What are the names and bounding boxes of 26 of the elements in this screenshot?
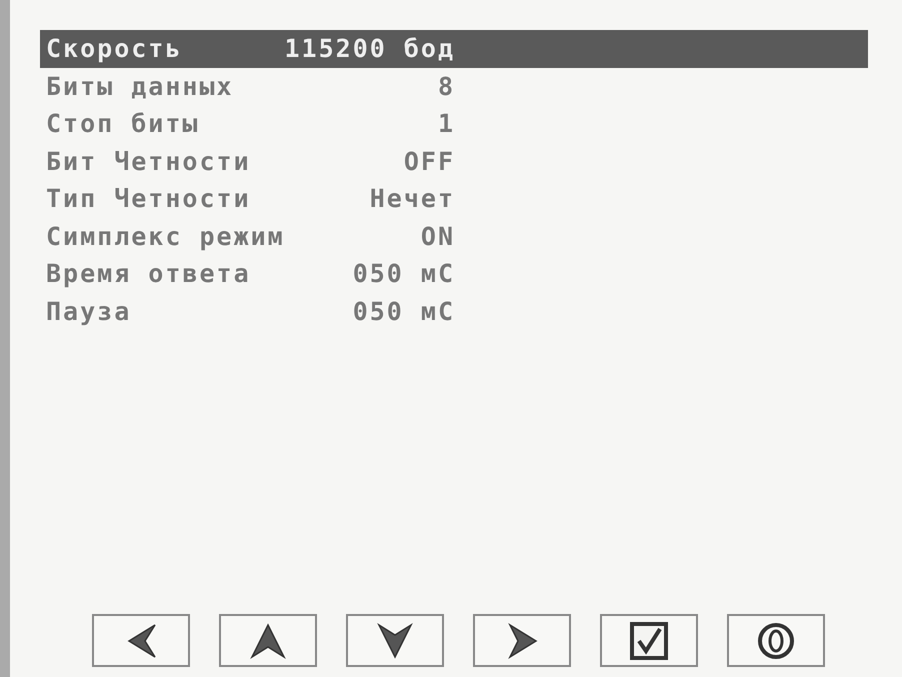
setting-value: Нечет [370, 184, 455, 214]
setting-value: 050 мС [352, 259, 455, 288]
setting-value: 050 мС [352, 296, 455, 326]
setting-label: Биты данных [45, 72, 234, 101]
setting-label: Симплекс режим [45, 222, 285, 251]
down-button[interactable] [346, 614, 444, 667]
setting-label: Скорость [45, 34, 182, 64]
cancel-button[interactable] [727, 614, 825, 667]
setting-label: Пауза [45, 296, 132, 326]
setting-label: Стоп биты [45, 109, 200, 138]
setting-value: 8 [438, 72, 455, 101]
right-button[interactable] [473, 614, 571, 667]
ring-icon [756, 620, 796, 660]
checkbox-icon [629, 620, 669, 660]
setting-value: 115200 бод [284, 34, 455, 64]
setting-label: Тип Четности [45, 184, 251, 214]
up-button[interactable] [219, 614, 317, 667]
selected-row-highlight[interactable]: Скорость 115200 бод [40, 30, 868, 68]
ok-button[interactable] [600, 614, 698, 667]
left-button[interactable] [92, 614, 190, 667]
setting-value: OFF [404, 146, 455, 176]
down-arrow-icon [375, 620, 415, 660]
setting-value: ON [420, 222, 455, 251]
setting-value: 1 [438, 109, 455, 138]
setting-label: Время ответа [45, 259, 251, 288]
setting-label: Бит Четности [45, 146, 251, 176]
